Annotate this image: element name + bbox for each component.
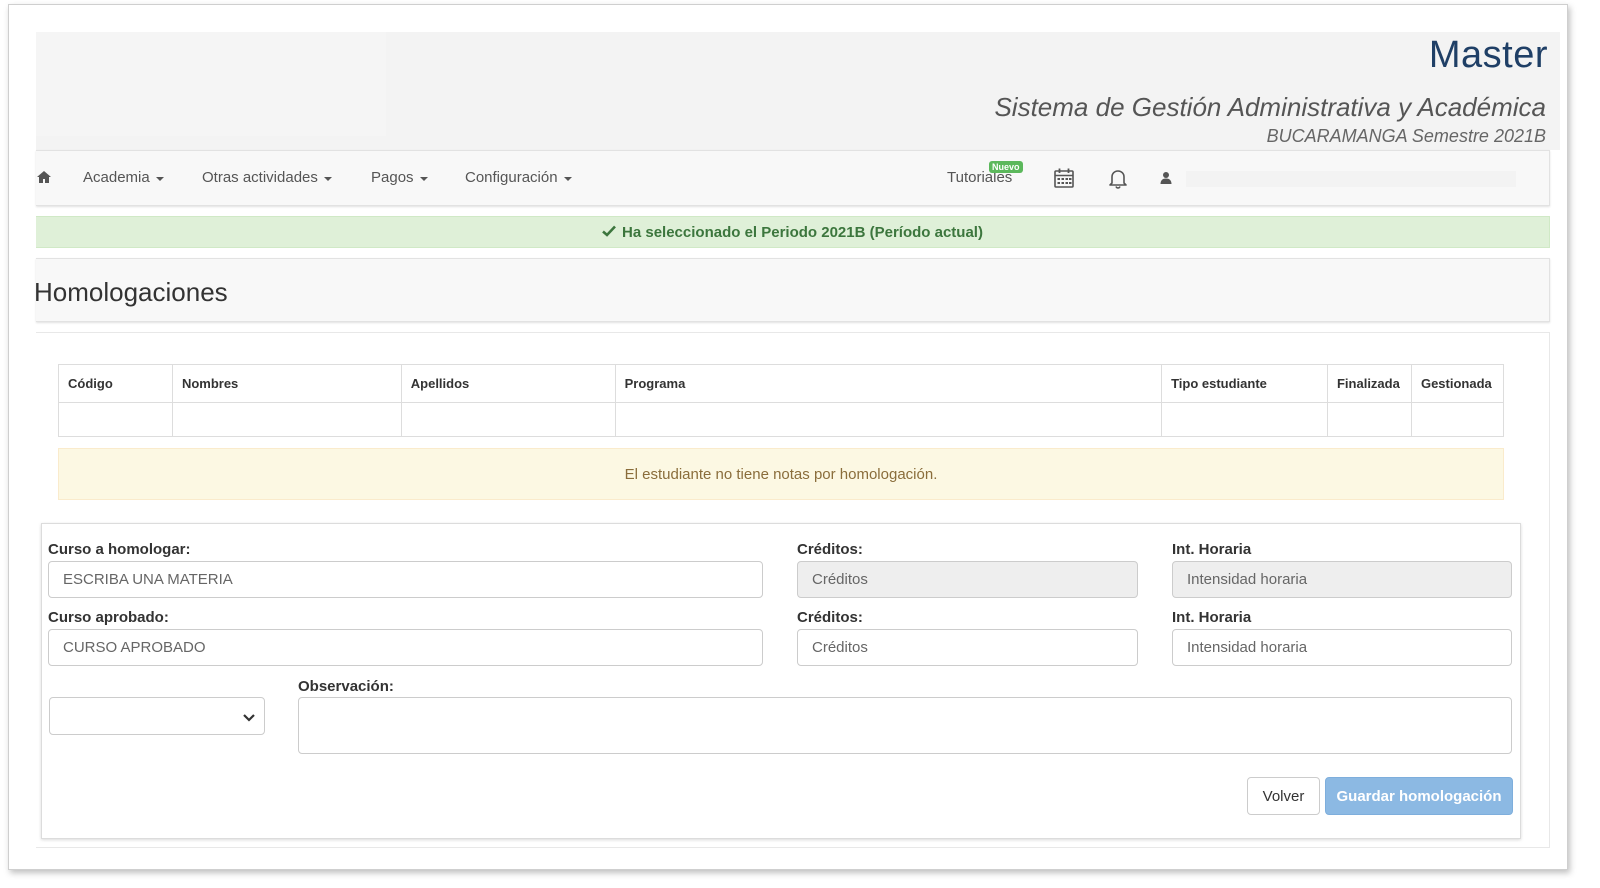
curso-homologar-label: Curso a homologar:: [48, 541, 191, 558]
logo-area: [36, 32, 386, 136]
period-alert-text: Ha seleccionado el Periodo 2021B (Períod…: [622, 223, 983, 241]
home-icon[interactable]: [36, 169, 52, 187]
period-alert: Ha seleccionado el Periodo 2021B (Períod…: [36, 216, 1550, 248]
observacion-textarea[interactable]: [298, 697, 1512, 754]
chevron-down-icon: [242, 710, 256, 728]
table-cell: [58, 402, 173, 437]
int-horaria-1-input: [1172, 561, 1512, 598]
volver-button[interactable]: Volver: [1247, 777, 1320, 815]
caret-down-icon: [563, 176, 572, 181]
creditos-1-label: Créditos:: [797, 541, 863, 558]
int-horaria-2-input[interactable]: [1172, 629, 1512, 666]
title-panel: Homologaciones: [34, 258, 1550, 322]
table-cell: [1161, 402, 1328, 437]
check-icon: [602, 224, 616, 241]
nav-configuracion[interactable]: Configuración: [465, 169, 572, 186]
nav-pagos[interactable]: Pagos: [371, 169, 428, 186]
table-row: [58, 402, 1505, 437]
col-finalizada: Finalizada: [1326, 364, 1412, 403]
creditos-2-input[interactable]: [797, 629, 1138, 666]
brand-title: Master: [1428, 34, 1548, 76]
navbar: Academia Otras actividades Pagos Configu…: [36, 150, 1550, 206]
brand-campus: BUCARAMANGA Semestre 2021B: [1266, 126, 1546, 146]
int-horaria-2-label: Int. Horaria: [1172, 609, 1252, 626]
table-header-row: Código Nombres Apellidos Programa Tipo e…: [58, 364, 1505, 403]
nav-academia[interactable]: Academia: [83, 169, 164, 186]
caret-down-icon: [323, 176, 332, 181]
table-cell: [1326, 402, 1412, 437]
user-name-area[interactable]: [1186, 171, 1516, 187]
nav-configuracion-label: Configuración: [465, 169, 558, 186]
bell-icon[interactable]: [1107, 167, 1129, 194]
table-cell: [614, 402, 1163, 437]
calendar-icon[interactable]: [1053, 167, 1075, 194]
creditos-1-input: [797, 561, 1138, 598]
int-horaria-1-label: Int. Horaria: [1172, 541, 1252, 558]
creditos-2-label: Créditos:: [797, 609, 863, 626]
user-icon[interactable]: [1160, 171, 1172, 190]
new-badge: Nuevo: [989, 161, 1023, 173]
students-table: Código Nombres Apellidos Programa Tipo e…: [58, 364, 1505, 437]
curso-aprobado-label: Curso aprobado:: [48, 609, 169, 626]
nav-otras-actividades[interactable]: Otras actividades: [202, 169, 332, 186]
no-grades-alert: El estudiante no tiene notas por homolog…: [58, 448, 1504, 500]
caret-down-icon: [155, 176, 164, 181]
col-nombres: Nombres: [171, 364, 402, 403]
type-select[interactable]: [49, 697, 265, 735]
brand-subtitle: Sistema de Gestión Administrativa y Acad…: [994, 92, 1546, 122]
curso-homologar-input[interactable]: [48, 561, 763, 598]
col-programa: Programa: [614, 364, 1163, 403]
col-tipo-estudiante: Tipo estudiante: [1161, 364, 1328, 403]
table-cell: [171, 402, 402, 437]
col-codigo: Código: [58, 364, 173, 403]
page-title: Homologaciones: [34, 277, 228, 307]
table-cell: [1410, 402, 1505, 437]
guardar-homologacion-button[interactable]: Guardar homologación: [1325, 777, 1513, 815]
nav-otras-actividades-label: Otras actividades: [202, 169, 318, 186]
observacion-label: Observación:: [298, 678, 394, 695]
nav-academia-label: Academia: [83, 169, 150, 186]
curso-aprobado-input[interactable]: [48, 629, 763, 666]
table-cell: [400, 402, 616, 437]
col-gestionada: Gestionada: [1410, 364, 1505, 403]
nav-pagos-label: Pagos: [371, 169, 414, 186]
caret-down-icon: [419, 176, 428, 181]
col-apellidos: Apellidos: [400, 364, 616, 403]
